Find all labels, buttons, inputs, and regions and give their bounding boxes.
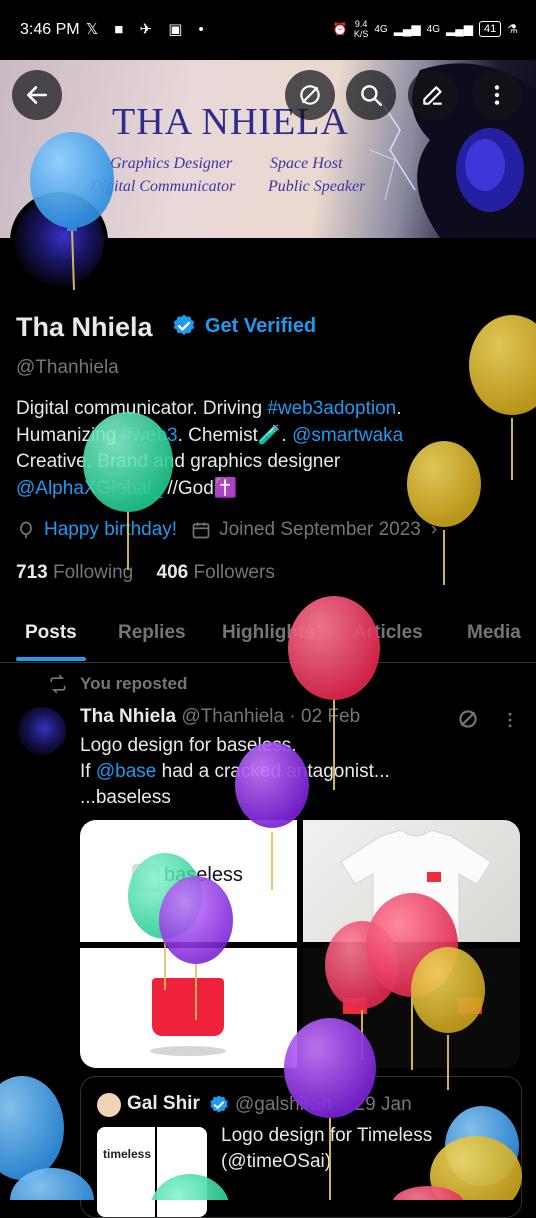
status-right: ⏰ 9.4 K/S 4G ▂▄▆ 4G ▂▄▆ 41 ⚗ (333, 19, 518, 39)
tshirt-image (340, 829, 492, 938)
repost-indicator: You reposted (48, 674, 187, 694)
alarm-icon: ⏰ (332, 22, 348, 36)
post-date: · 02 Feb (289, 706, 361, 727)
tab-replies[interactable]: Replies (118, 622, 186, 644)
arrow-left-icon (27, 86, 47, 104)
media-logo-text: baseless (164, 864, 243, 886)
banner-right-line2: Public Speaker (268, 178, 366, 195)
grok-button[interactable] (285, 70, 335, 120)
birthday-link[interactable]: Happy birthday! (44, 519, 177, 541)
red-logo-block (152, 978, 224, 1036)
signal-icon: ▂▄▆ (393, 22, 421, 36)
banner-left-line2: Digital Communicator (90, 178, 236, 195)
tab-highlights[interactable]: Highlights (222, 622, 315, 644)
mention-alphaxglobal[interactable]: @AlphaXGlobal_ (16, 478, 162, 499)
follow-counts: 713 Following 406 Followers (16, 562, 275, 584)
post-header: Tha Nhiela @Thanhiela · 02 Feb (80, 706, 360, 728)
network-type-2: 4G (426, 23, 441, 35)
tab-posts[interactable]: Posts (25, 622, 77, 644)
banner-left-line1: Graphics Designer (110, 155, 233, 172)
post-author[interactable]: Tha Nhiela (80, 706, 176, 727)
notification-icons: 𝕏 ■ ✈ ▣ • (86, 21, 210, 38)
signal-icon: ▂▄▆ (446, 22, 473, 36)
network-type-1: 4G (374, 23, 388, 35)
active-tab-indicator (16, 657, 86, 661)
logo-mark-icon (132, 864, 160, 892)
quote-author-avatar (97, 1093, 121, 1117)
following-link[interactable]: 713 Following (16, 562, 133, 583)
mention-smartwaka[interactable]: @smartwaka (292, 425, 403, 446)
repost-icon (50, 674, 66, 694)
hashtag-web3[interactable]: #web3 (122, 425, 178, 446)
profile-avatar[interactable] (10, 192, 108, 290)
balloon-blue (0, 1076, 64, 1180)
pencil-icon (423, 86, 442, 105)
post-handle[interactable]: @Thanhiela (181, 706, 284, 727)
status-bar: 3:46 PM 𝕏 ■ ✈ ▣ • ⏰ 9.4 K/S 4G ▂▄▆ 4G ▂▄▆… (0, 0, 536, 60)
more-options-button[interactable] (472, 70, 522, 120)
profile-handle: @Thanhiela (16, 357, 119, 378)
net-speed: 9.4 K/S (353, 19, 369, 39)
more-vertical-icon[interactable] (500, 708, 520, 732)
edit-button[interactable] (408, 70, 458, 120)
quote-text-line2: (@timeOSai) (221, 1151, 332, 1172)
quoted-post[interactable]: Gal Shir @galshirart · 29 Jan timeless L… (80, 1076, 522, 1218)
back-button[interactable] (12, 70, 62, 120)
mention-base[interactable]: @base (96, 761, 157, 782)
verified-badge-icon[interactable] (171, 313, 197, 339)
search-icon (361, 85, 382, 106)
profile-bio: Digital communicator. Driving #web3adopt… (16, 398, 404, 499)
banner-right-line1: Space Host (270, 155, 343, 172)
joined-date: Joined September 2023 (219, 519, 421, 540)
media-image-dark[interactable] (303, 948, 520, 1068)
quote-thumbnail: timeless (97, 1127, 207, 1217)
followers-link[interactable]: 406 Followers (157, 562, 275, 583)
get-verified-link[interactable]: Get Verified (205, 315, 316, 338)
flask-icon: ⚗ (507, 22, 518, 36)
profile-tabs: Posts Replies Highlights Articles Media (0, 610, 536, 663)
chevron-right-icon[interactable]: › (431, 519, 437, 541)
grok-icon[interactable] (455, 706, 481, 732)
balloon-icon (20, 521, 32, 539)
battery-indicator: 41 (478, 21, 502, 37)
search-button[interactable] (346, 70, 396, 120)
post-media-grid[interactable]: baseless (80, 820, 520, 1068)
quote-text-line1: Logo design for Timeless (221, 1125, 433, 1146)
tab-media[interactable]: Media (467, 622, 521, 644)
status-time: 3:46 PM (20, 21, 80, 38)
more-vertical-icon (494, 85, 500, 105)
media-image-logo-mark[interactable] (80, 948, 297, 1068)
calendar-icon (192, 522, 210, 539)
profile-name: Tha Nhiela (16, 312, 153, 342)
hashtag-web3adoption[interactable]: #web3adoption (267, 398, 396, 419)
quote-date: · 29 Jan (343, 1094, 412, 1115)
media-image-tshirt[interactable] (303, 820, 520, 942)
media-image-logo[interactable]: baseless (80, 820, 297, 942)
quote-thumb-text: timeless (103, 1147, 152, 1161)
profile-meta: Happy birthday! Joined September 2023 › (16, 519, 437, 541)
verified-badge-icon (210, 1095, 228, 1113)
post-avatar[interactable] (18, 707, 66, 755)
quote-handle: @galshirart (235, 1094, 333, 1115)
tab-articles[interactable]: Articles (353, 622, 423, 644)
quote-author: Gal Shir (127, 1093, 200, 1114)
grok-icon (300, 85, 320, 105)
post-text: Logo design for baseless. If @base had a… (80, 735, 390, 808)
